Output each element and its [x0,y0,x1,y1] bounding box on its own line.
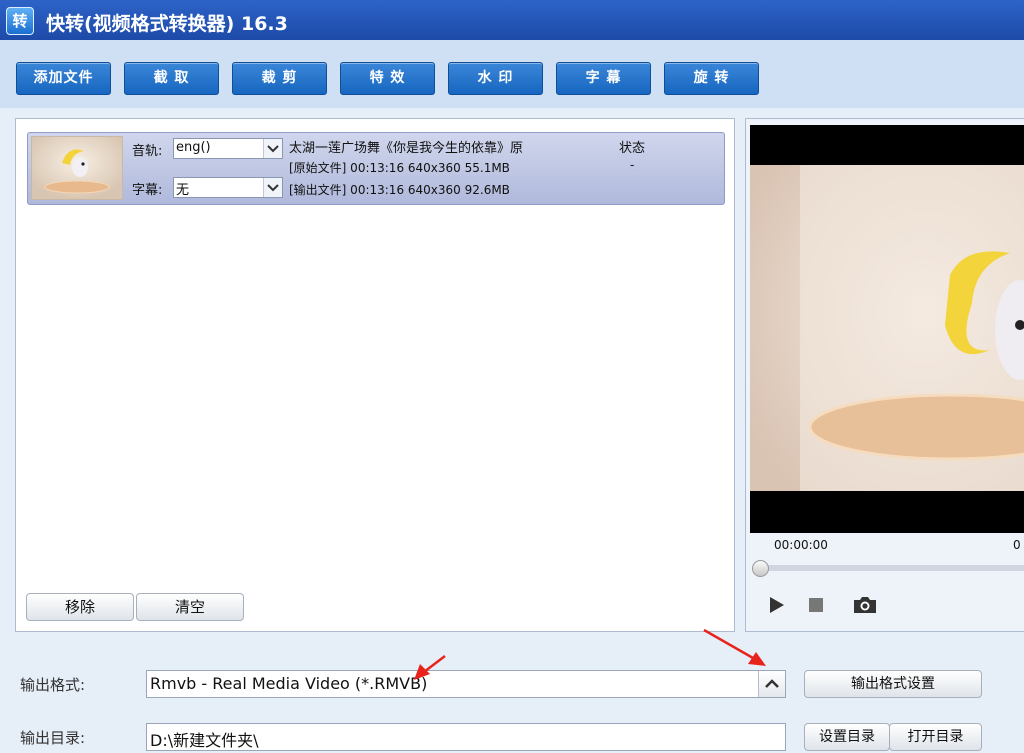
annotation-arrows [414,628,766,680]
annotation-arrow [414,655,446,680]
annotation-arrow [703,628,766,666]
